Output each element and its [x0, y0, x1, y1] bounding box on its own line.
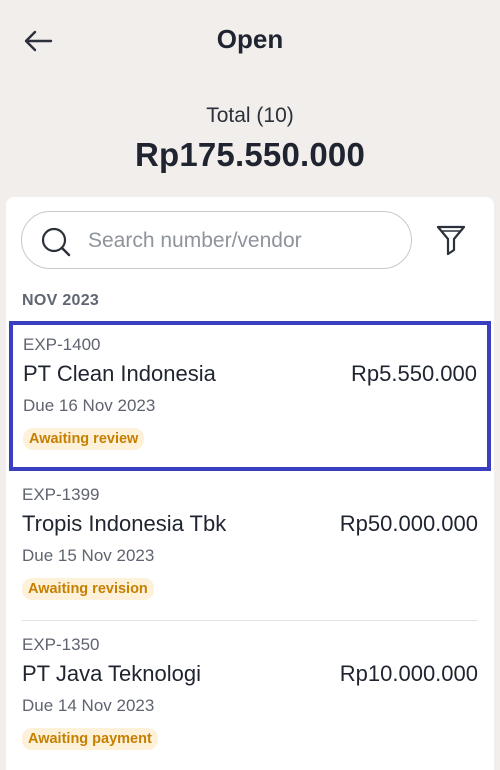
expense-list-card: NOV 2023 EXP-1400 PT Clean Indonesia Rp5…: [6, 197, 494, 770]
search-icon: [41, 227, 71, 257]
expense-list-item[interactable]: EXP-1350 PT Java Teknologi Rp10.000.000 …: [6, 621, 494, 770]
expense-list-item[interactable]: EXP-1400 PT Clean Indonesia Rp5.550.000 …: [9, 321, 491, 471]
vendor-name: PT Clean Indonesia: [23, 361, 216, 386]
search-box[interactable]: [21, 211, 412, 269]
expense-list: EXP-1400 PT Clean Indonesia Rp5.550.000 …: [6, 321, 494, 770]
total-amount: Rp175.550.000: [134, 136, 366, 173]
filter-button[interactable]: [433, 222, 469, 258]
status-badge: Awaiting revision: [22, 578, 154, 600]
expense-number: EXP-1400: [23, 335, 101, 354]
expense-number: EXP-1399: [22, 485, 100, 504]
search-row: [21, 211, 481, 269]
filter-icon: [436, 225, 466, 256]
total-count-label: Total (10): [206, 104, 294, 127]
status-badge: Awaiting payment: [22, 728, 158, 750]
month-section-header: NOV 2023: [22, 292, 100, 309]
vendor-name: Tropis Indonesia Tbk: [22, 511, 227, 536]
app-header: Open: [0, 0, 500, 82]
due-date: Due 15 Nov 2023: [22, 546, 155, 565]
expense-amount: Rp50.000.000: [339, 511, 478, 536]
due-date: Due 16 Nov 2023: [23, 396, 156, 415]
status-badge: Awaiting review: [23, 428, 145, 450]
due-date: Due 14 Nov 2023: [22, 696, 155, 715]
page-title: Open: [216, 24, 284, 54]
total-summary: Total (10) Rp175.550.000: [0, 104, 500, 174]
search-input[interactable]: [88, 224, 398, 258]
vendor-name: PT Java Teknologi: [22, 661, 201, 686]
expense-number: EXP-1350: [22, 635, 100, 654]
expense-list-item[interactable]: EXP-1399 Tropis Indonesia Tbk Rp50.000.0…: [6, 471, 494, 621]
expense-amount: Rp10.000.000: [339, 661, 478, 686]
expense-amount: Rp5.550.000: [351, 361, 477, 386]
